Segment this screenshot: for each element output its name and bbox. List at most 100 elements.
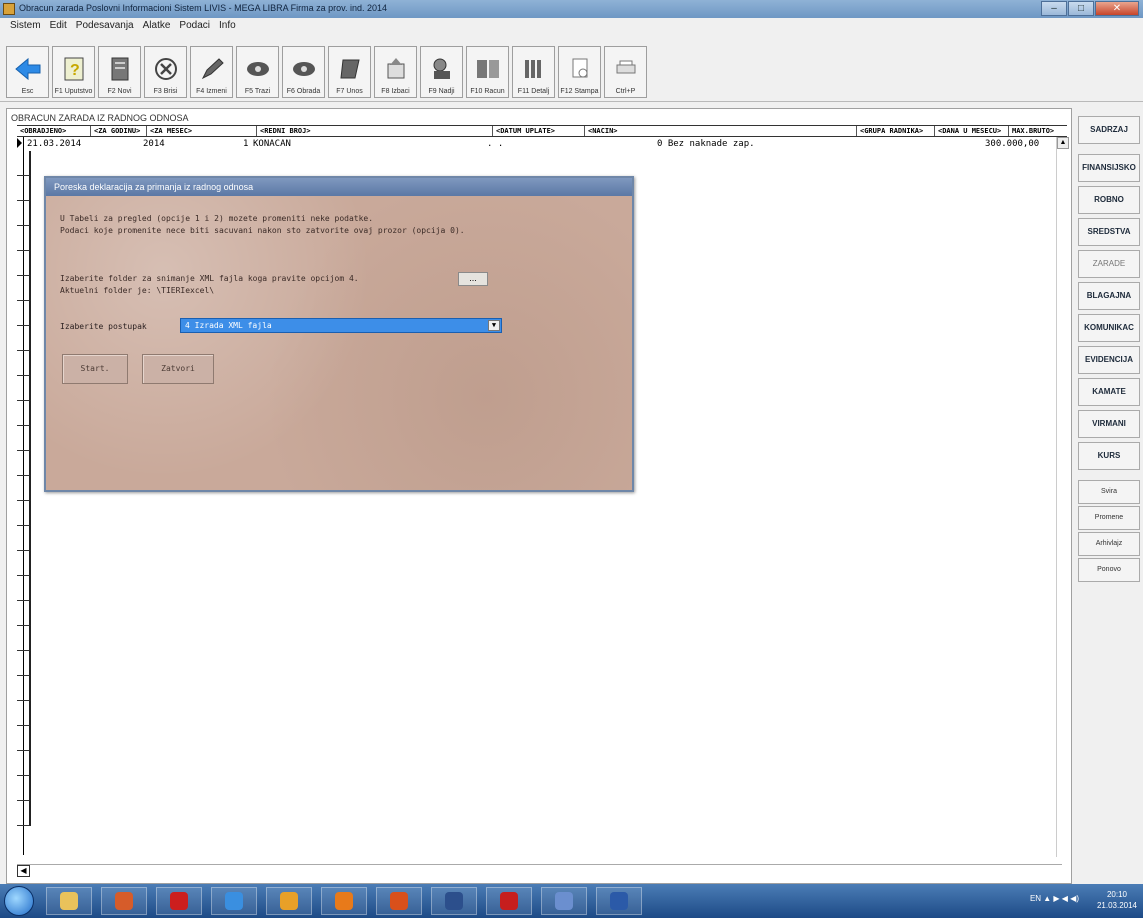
horizontal-scrollbar[interactable]: ◀ bbox=[17, 864, 1062, 877]
input-button[interactable]: F7 Unos bbox=[328, 46, 371, 98]
col-grupa-radnika[interactable]: <GRUPA RADNIKA> bbox=[857, 126, 935, 136]
menu-podaci[interactable]: Podaci bbox=[179, 18, 210, 34]
menu-podesavanja[interactable]: Podesavanja bbox=[76, 18, 134, 34]
sidebar-item-robno[interactable]: ROBNO bbox=[1078, 186, 1140, 214]
sidebar-item-evidencija[interactable]: EVIDENCIJA bbox=[1078, 346, 1140, 374]
sidebar-item-kurs[interactable]: KURS bbox=[1078, 442, 1140, 470]
sidebar-item-virmani[interactable]: VIRMANI bbox=[1078, 410, 1140, 438]
cell-month: 1 bbox=[243, 139, 249, 149]
sidebar-item-arhiva[interactable]: Arhivlajz bbox=[1078, 532, 1140, 556]
close-dialog-button[interactable]: Zatvori bbox=[142, 354, 214, 384]
search-button[interactable]: F5 Trazi bbox=[236, 46, 279, 98]
print-icon bbox=[566, 55, 594, 83]
taskbar-app-ie[interactable] bbox=[211, 887, 257, 915]
cell-year: 2014 bbox=[143, 139, 165, 149]
close-button[interactable]: ✕ bbox=[1095, 1, 1139, 16]
col-dana-u-mesecu[interactable]: <DANA U MESECU> bbox=[935, 126, 1009, 136]
system-tray[interactable]: EN ▲ ▶ ◀ ◀) bbox=[1030, 894, 1079, 903]
grid-title: OBRACUN ZARADA IZ RADNOG ODNOSA bbox=[11, 113, 189, 123]
delete-icon bbox=[152, 55, 180, 83]
export-button[interactable]: F8 Izbaci bbox=[374, 46, 417, 98]
delete-button[interactable]: F3 Brisi bbox=[144, 46, 187, 98]
cell-payment-date: . . bbox=[487, 139, 504, 149]
mail-icon bbox=[390, 892, 408, 910]
taskbar-app-tool[interactable] bbox=[541, 887, 587, 915]
dialog-current-folder: Aktuelni folder je: \TIERIexcel\ bbox=[60, 286, 215, 295]
col-za-godinu[interactable]: <ZA GODINU> bbox=[91, 126, 147, 136]
title-bar: Obracun zarada Poslovni Informacioni Sis… bbox=[0, 0, 1143, 18]
taskbar-app-word[interactable] bbox=[596, 887, 642, 915]
find-button[interactable]: F9 Nadji bbox=[420, 46, 463, 98]
col-za-mesec[interactable]: <ZA MESEC> bbox=[147, 126, 257, 136]
print-preview-button[interactable]: F12 Stampa bbox=[558, 46, 601, 98]
dialog-info-line-2: Podaci koje promenite nece biti sacuvani… bbox=[60, 226, 465, 235]
app-icon bbox=[3, 3, 15, 15]
svg-text:?: ? bbox=[70, 62, 80, 79]
sidebar-item-komunikac[interactable]: KOMUNIKAC bbox=[1078, 314, 1140, 342]
cell-group: 0 Bez naknade zap. bbox=[657, 139, 755, 149]
taskbar-app-save[interactable] bbox=[431, 887, 477, 915]
table-row[interactable]: 21.03.2014 2014 1 KONACAN . . 0 Bez nakn… bbox=[17, 139, 1067, 151]
clock[interactable]: 20:10 21.03.2014 bbox=[1097, 889, 1137, 911]
save-icon bbox=[445, 892, 463, 910]
tool-icon bbox=[555, 892, 573, 910]
clock-time: 20:10 bbox=[1106, 890, 1127, 899]
sidebar-item-finansijsko[interactable]: FINANSIJSKO bbox=[1078, 154, 1140, 182]
col-redni-broj[interactable]: <REDNI BROJ> bbox=[257, 126, 493, 136]
start-button[interactable] bbox=[4, 886, 34, 916]
edit-icon bbox=[198, 55, 226, 83]
sidebar-item-promene[interactable]: Promene bbox=[1078, 506, 1140, 530]
menu-info[interactable]: Info bbox=[219, 18, 236, 34]
sidebar-item-svira[interactable]: Svira bbox=[1078, 480, 1140, 504]
sidebar-item-sadrzaj[interactable]: SADRZAJ bbox=[1078, 116, 1140, 144]
minimize-button[interactable]: – bbox=[1041, 1, 1067, 16]
dialog-folder-prompt: Izaberite folder za snimanje XML fajla k… bbox=[60, 274, 359, 283]
ctrl-p-button[interactable]: Ctrl+P bbox=[604, 46, 647, 98]
chrome-icon bbox=[280, 892, 298, 910]
toolbar: Esc ? F1 Uputstvo F2 Novi F3 Brisi F4 Iz… bbox=[0, 34, 1143, 102]
scroll-up-icon[interactable]: ▲ bbox=[1057, 137, 1069, 149]
sidebar-item-sredstva[interactable]: SREDSTVA bbox=[1078, 218, 1140, 246]
taskbar-app-folder[interactable] bbox=[46, 887, 92, 915]
taskbar-app-opera[interactable] bbox=[156, 887, 202, 915]
help-icon: ? bbox=[60, 55, 88, 83]
new-button[interactable]: F2 Novi bbox=[98, 46, 141, 98]
process-icon bbox=[290, 55, 318, 83]
calculate-button[interactable]: F10 Racun bbox=[466, 46, 509, 98]
col-datum-uplate[interactable]: <DATUM UPLATE> bbox=[493, 126, 585, 136]
taskbar-app-fox[interactable] bbox=[486, 887, 532, 915]
help-button[interactable]: ? F1 Uputstvo bbox=[52, 46, 95, 98]
col-nacin[interactable]: <NACIN> bbox=[585, 126, 857, 136]
dialog-info-line-1: U Tabeli za pregled (opcije 1 i 2) mozet… bbox=[60, 214, 374, 223]
menu-edit[interactable]: Edit bbox=[50, 18, 67, 34]
col-max-bruto[interactable]: MAX.BRUTO> bbox=[1009, 126, 1067, 136]
sidebar-item-kamate[interactable]: KAMATE bbox=[1078, 378, 1140, 406]
edit-button[interactable]: F4 Izmeni bbox=[190, 46, 233, 98]
taskbar-app-mail[interactable] bbox=[376, 887, 422, 915]
maximize-button[interactable]: □ bbox=[1068, 1, 1094, 16]
taskbar-app-chrome[interactable] bbox=[266, 887, 312, 915]
sidebar-item-blagajna[interactable]: BLAGAJNA bbox=[1078, 282, 1140, 310]
esc-button[interactable]: Esc bbox=[6, 46, 49, 98]
window-title: Obracun zarada Poslovni Informacioni Sis… bbox=[19, 3, 387, 13]
procedure-label: Izaberite postupak bbox=[60, 322, 147, 331]
process-button[interactable]: F6 Obrada bbox=[282, 46, 325, 98]
menu-sistem[interactable]: Sistem bbox=[10, 18, 41, 34]
printer-icon bbox=[612, 55, 640, 83]
taskbar-app-app[interactable] bbox=[101, 887, 147, 915]
detail-button[interactable]: F11 Detalj bbox=[512, 46, 555, 98]
sidebar-item-zarade[interactable]: ZARADE bbox=[1078, 250, 1140, 278]
cell-status: KONACAN bbox=[253, 139, 291, 149]
export-icon bbox=[382, 55, 410, 83]
menu-alatke[interactable]: Alatke bbox=[143, 18, 171, 34]
taskbar-app-firefox[interactable] bbox=[321, 887, 367, 915]
chevron-down-icon[interactable]: ▼ bbox=[488, 320, 500, 331]
procedure-select[interactable]: 4 Izrada XML fajla ▼ bbox=[180, 318, 502, 333]
vertical-scrollbar[interactable]: ▲ bbox=[1056, 137, 1069, 857]
sidebar-item-ponovo[interactable]: Ponovo bbox=[1078, 558, 1140, 582]
browse-folder-button[interactable]: ... bbox=[458, 272, 488, 286]
col-obradjeno[interactable]: <OBRADJENO> bbox=[17, 126, 91, 136]
find-icon bbox=[428, 55, 456, 83]
scroll-left-icon[interactable]: ◀ bbox=[17, 865, 30, 877]
start-button[interactable]: Start. bbox=[62, 354, 128, 384]
